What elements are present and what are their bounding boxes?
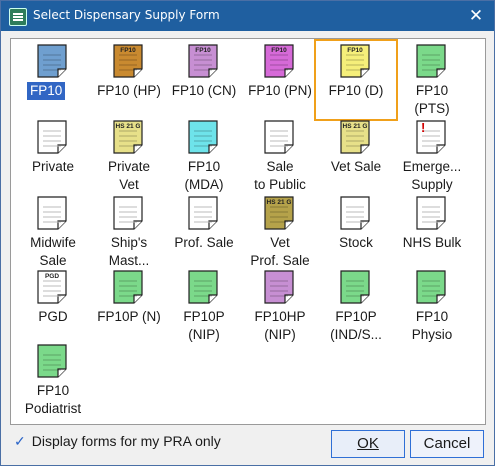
form-item[interactable]: FP10P (N) — [89, 267, 169, 345]
form-item[interactable]: FP10 Podiatrist — [13, 341, 93, 419]
form-document-icon — [37, 120, 67, 154]
pra-only-label: Display forms for my PRA only — [31, 433, 221, 449]
form-document-icon — [416, 196, 446, 230]
form-item[interactable]: FP10P (NIP) — [164, 267, 244, 345]
form-document-icon: ! — [416, 120, 446, 154]
form-item[interactable]: Prof. Sale — [164, 193, 244, 271]
form-item[interactable]: Private — [13, 117, 93, 195]
form-label: FP10P (N) — [97, 309, 161, 324]
form-document-icon: FP10 — [113, 44, 143, 78]
form-document-icon — [340, 196, 370, 230]
app-icon — [9, 8, 27, 26]
form-item[interactable]: HS 21 G Private Vet — [89, 117, 169, 195]
form-document-icon: FP10 — [188, 44, 218, 78]
form-label: Private Vet — [107, 159, 151, 192]
form-document-icon: FP10 — [264, 44, 294, 78]
form-label: Ship's Mast... — [108, 235, 150, 268]
form-label: Midwife Sale — [30, 235, 76, 268]
form-document-icon — [37, 196, 67, 230]
form-label: FP10 Podiatrist — [24, 383, 82, 416]
form-document-icon — [416, 44, 446, 78]
form-label: FP10 (CN) — [171, 83, 237, 98]
form-document-icon: HS 21 G — [113, 120, 143, 154]
form-badge: HS 21 G — [267, 199, 292, 206]
form-item[interactable]: ! Emerge... Supply — [392, 117, 472, 195]
form-item[interactable]: FP10 FP10 (D) — [314, 39, 398, 121]
form-item[interactable]: HS 21 G Vet Sale — [316, 117, 396, 195]
form-label: Private — [31, 159, 75, 174]
forms-panel: FP10 FP10 FP10 (HP) FP10 FP10 (CN) FP10 FP10 (… — [10, 38, 486, 425]
form-badge: FP10 — [271, 47, 287, 54]
form-document-icon — [37, 44, 67, 78]
form-label: Vet Prof. Sale — [250, 235, 310, 268]
form-item[interactable]: FP10 FP10 (HP) — [89, 41, 169, 119]
form-item[interactable]: FP10 FP10 (PN) — [240, 41, 320, 119]
form-document-icon: FP10 — [340, 44, 370, 78]
form-label: PGD — [38, 309, 68, 324]
form-item[interactable]: Sale to Public — [240, 117, 320, 195]
form-label: FP10P (NIP) — [183, 309, 225, 342]
form-label: FP10 (PN) — [248, 83, 312, 98]
form-label: FP10 (PTS) — [414, 83, 450, 116]
check-icon: ✓ — [14, 433, 26, 449]
form-document-icon — [416, 270, 446, 304]
pra-only-checkbox[interactable]: ✓ Display forms for my PRA only — [14, 433, 221, 450]
form-badge: PGD — [45, 273, 59, 280]
form-item[interactable]: FP10 (MDA) — [164, 117, 244, 195]
form-document-icon: HS 21 G — [264, 196, 294, 230]
form-document-icon — [264, 270, 294, 304]
form-label: Emerge... Supply — [402, 159, 462, 192]
form-document-icon — [188, 196, 218, 230]
form-document-icon — [188, 270, 218, 304]
form-label: FP10 (D) — [328, 83, 384, 98]
form-badge: FP10 — [120, 47, 136, 54]
form-document-icon — [37, 344, 67, 378]
form-document-icon: PGD — [37, 270, 67, 304]
form-document-icon — [113, 270, 143, 304]
form-label: Sale to Public — [254, 159, 306, 192]
form-item[interactable]: NHS Bulk — [392, 193, 472, 271]
form-item[interactable]: FP10 FP10 (CN) — [164, 41, 244, 119]
dialog-window: Select Dispensary Supply Form ✕ FP10 FP10… — [0, 0, 495, 466]
ok-button[interactable]: OK — [331, 430, 405, 458]
form-document-icon: HS 21 G — [340, 120, 370, 154]
form-label: Vet Sale — [330, 159, 382, 174]
form-label: FP10 (MDA) — [184, 159, 224, 192]
form-label: NHS Bulk — [402, 235, 462, 250]
close-icon[interactable]: ✕ — [464, 5, 488, 27]
form-badge: FP10 — [195, 47, 211, 54]
form-label: FP10 Physio — [411, 309, 453, 342]
form-badge: HS 21 G — [116, 123, 141, 130]
form-label: FP10 (HP) — [97, 83, 161, 98]
form-item[interactable]: Ship's Mast... — [89, 193, 169, 271]
form-label: FP10P (IND/S... — [330, 309, 382, 342]
form-item[interactable]: FP10 (PTS) — [392, 41, 472, 119]
form-badge: FP10 — [347, 47, 363, 54]
cancel-button[interactable]: Cancel — [410, 430, 484, 458]
ok-label: OK — [357, 435, 379, 452]
form-label: FP10 — [27, 82, 66, 100]
form-badge: ! — [421, 120, 425, 135]
window-title: Select Dispensary Supply Form — [33, 8, 220, 22]
form-item[interactable]: Midwife Sale — [13, 193, 93, 271]
form-label: Stock — [339, 235, 373, 250]
form-badge: HS 21 G — [343, 123, 368, 130]
form-label: FP10HP (NIP) — [254, 309, 306, 342]
form-item[interactable]: FP10P (IND/S... — [316, 267, 396, 345]
form-document-icon — [264, 120, 294, 154]
cancel-label: Cancel — [423, 435, 471, 452]
form-item[interactable]: FP10HP (NIP) — [240, 267, 320, 345]
title-bar[interactable]: Select Dispensary Supply Form ✕ — [1, 1, 494, 31]
form-item[interactable]: FP10 — [13, 41, 93, 119]
form-label: Prof. Sale — [174, 235, 234, 250]
form-document-icon — [340, 270, 370, 304]
form-item[interactable]: Stock — [316, 193, 396, 271]
form-document-icon — [188, 120, 218, 154]
form-item[interactable]: FP10 Physio — [392, 267, 472, 345]
form-document-icon — [113, 196, 143, 230]
form-item[interactable]: HS 21 G Vet Prof. Sale — [240, 193, 320, 271]
form-item[interactable]: PGD PGD — [13, 267, 93, 345]
